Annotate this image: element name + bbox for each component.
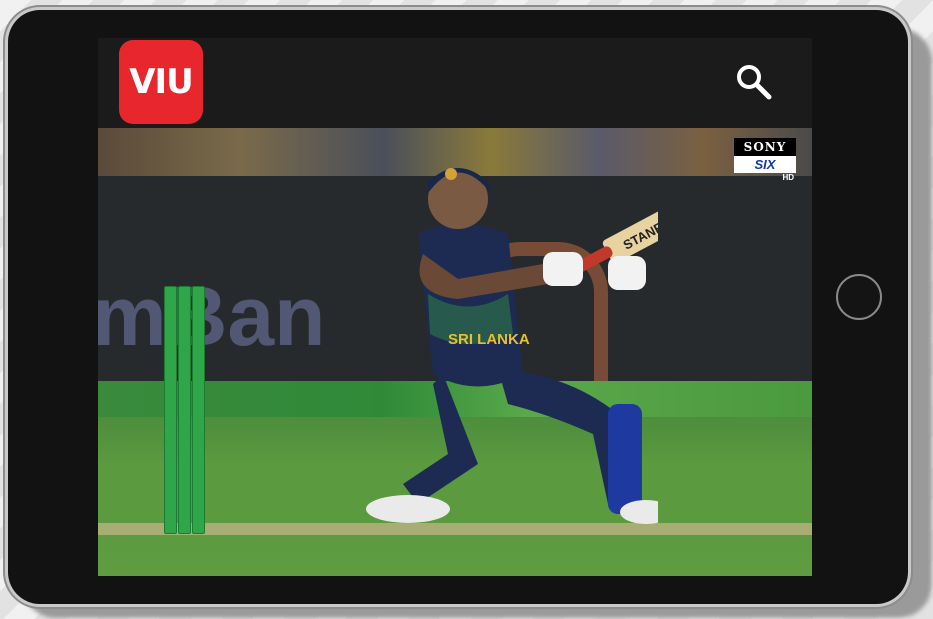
app-header: VIU [98,38,812,128]
viu-logo[interactable]: VIU [119,40,203,124]
sony-label: SONY [734,138,796,156]
broadcaster-logo: SONY SIX HD [734,138,796,186]
sign-text: mBan [98,269,326,363]
home-button-icon[interactable] [836,274,882,320]
video-frame[interactable]: mBan STANFORD SRI LANKA SONY SIX HD [98,128,812,576]
batsman-image: STANFORD SRI LANKA [366,167,658,524]
tablet-screen: VIU mBan STANFORD SRI LANKA SONY SIX HD [98,38,812,576]
jersey-text: SRI LANKA [448,331,530,348]
hd-label: HD [782,173,794,182]
stumps-image [164,286,206,534]
tablet-frame: VIU mBan STANFORD SRI LANKA SONY SIX HD [8,10,908,604]
search-icon[interactable] [734,62,774,102]
six-label: SIX [734,156,796,173]
